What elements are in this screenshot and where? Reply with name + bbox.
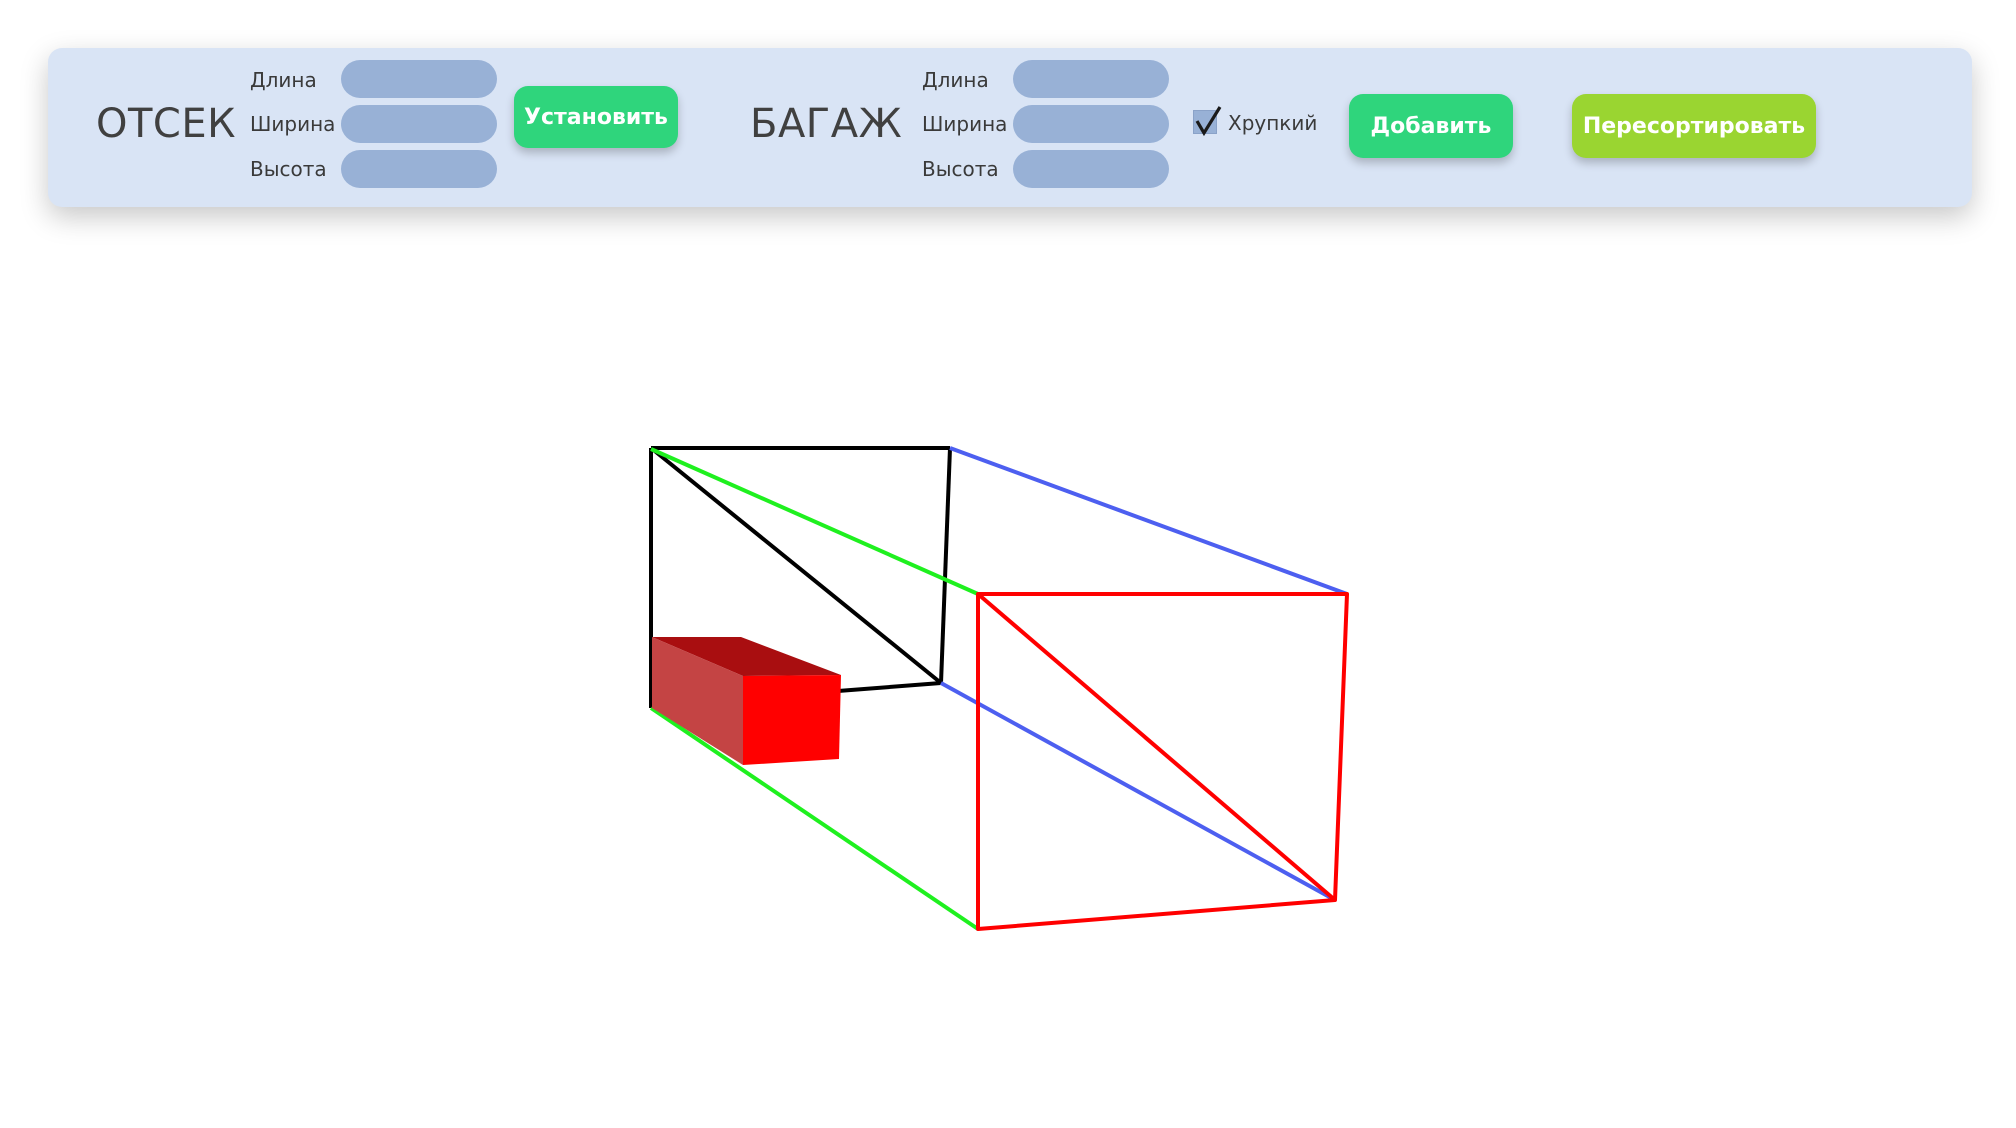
top-edges [940,446,1348,902]
front-face [976,592,1349,931]
compartment-3d-view [649,446,1349,931]
luggage-box-front [743,675,841,765]
luggage-box [652,637,841,765]
